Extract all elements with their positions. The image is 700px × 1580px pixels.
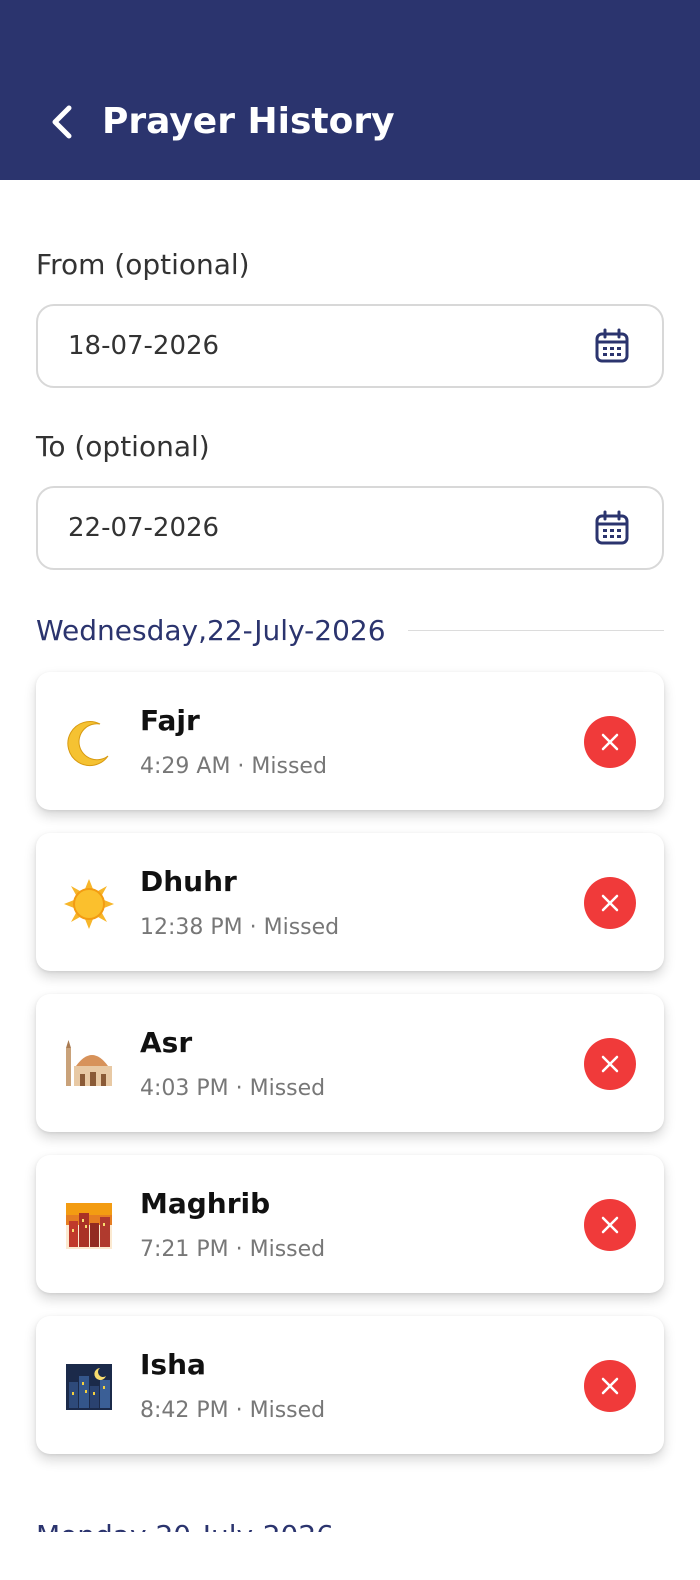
- prayer-time-status: 4:29 AM · Missed: [140, 754, 327, 779]
- close-icon: [601, 733, 619, 751]
- missed-status-button[interactable]: [584, 716, 636, 768]
- to-date-field[interactable]: 22-07-2026: [36, 486, 664, 570]
- close-icon: [601, 894, 619, 912]
- prayer-name: Isha: [140, 1348, 206, 1381]
- day-title: Monday,20-July-2026: [36, 1518, 436, 1532]
- prayer-name: Dhuhr: [140, 865, 237, 898]
- night-city-icon: [62, 1360, 116, 1414]
- missed-status-button[interactable]: [584, 1199, 636, 1251]
- calendar-icon[interactable]: [592, 326, 632, 366]
- to-date-value: 22-07-2026: [68, 513, 220, 543]
- back-button[interactable]: [40, 100, 84, 144]
- sunset-city-icon: [62, 1199, 116, 1253]
- mosque-icon: [62, 1038, 116, 1092]
- next-day-header: Monday,20-July-2026: [36, 1518, 436, 1532]
- prayer-name: Fajr: [140, 704, 200, 737]
- missed-status-button[interactable]: [584, 1038, 636, 1090]
- sun-icon: [62, 877, 116, 931]
- day-title: Wednesday,22-July-2026: [36, 613, 386, 647]
- divider: [407, 629, 664, 631]
- from-date-value: 18-07-2026: [68, 331, 220, 361]
- from-date-field[interactable]: 18-07-2026: [36, 304, 664, 388]
- to-label: To (optional): [36, 430, 210, 463]
- prayer-card-isha[interactable]: Isha 8:42 PM · Missed: [36, 1316, 664, 1454]
- chevron-left-icon: [52, 105, 72, 139]
- prayer-time-status: 4:03 PM · Missed: [140, 1076, 326, 1101]
- close-icon: [601, 1377, 619, 1395]
- prayer-card-fajr[interactable]: Fajr 4:29 AM · Missed: [36, 672, 664, 810]
- prayer-card-maghrib[interactable]: Maghrib 7:21 PM · Missed: [36, 1155, 664, 1293]
- prayer-time-status: 7:21 PM · Missed: [140, 1237, 326, 1262]
- close-icon: [601, 1055, 619, 1073]
- prayer-card-dhuhr[interactable]: Dhuhr 12:38 PM · Missed: [36, 833, 664, 971]
- day-header: Wednesday,22-July-2026: [36, 610, 664, 650]
- close-icon: [601, 1216, 619, 1234]
- prayer-name: Maghrib: [140, 1187, 271, 1220]
- from-label: From (optional): [36, 248, 250, 281]
- prayer-time-status: 8:42 PM · Missed: [140, 1398, 326, 1423]
- missed-status-button[interactable]: [584, 877, 636, 929]
- prayer-card-asr[interactable]: Asr 4:03 PM · Missed: [36, 994, 664, 1132]
- page-title: Prayer History: [102, 101, 395, 142]
- calendar-icon[interactable]: [592, 508, 632, 548]
- crescent-moon-icon: [62, 716, 116, 770]
- prayer-name: Asr: [140, 1026, 193, 1059]
- prayer-time-status: 12:38 PM · Missed: [140, 915, 340, 940]
- missed-status-button[interactable]: [584, 1360, 636, 1412]
- app-bar: Prayer History: [0, 0, 700, 180]
